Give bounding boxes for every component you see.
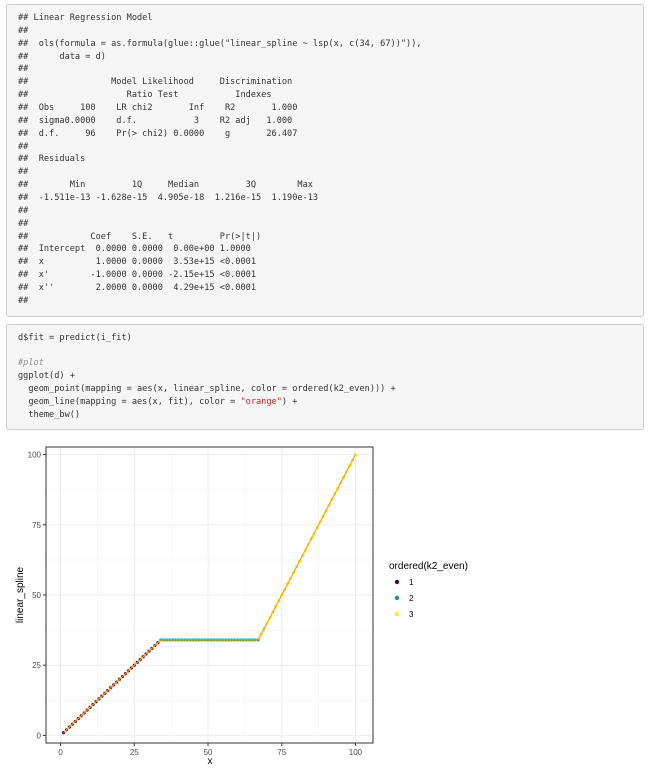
output-line: ## <box>18 141 29 152</box>
output-line: ## x 1.0000 0.0000 3.53e+15 <0.0001 <box>18 257 256 268</box>
y-tick-label: 25 <box>32 661 41 670</box>
output-line: ## <box>18 64 29 75</box>
legend-label-1: 1 <box>409 578 414 587</box>
code-text[interactable]: d$fit = predict(i_fit) #plot ggplot(d) +… <box>7 325 643 422</box>
output-line: ## <box>18 205 29 216</box>
x-tick-label: 100 <box>349 748 363 757</box>
legend-title: ordered(k2_even) <box>389 561 468 572</box>
x-tick-label: 25 <box>130 748 139 757</box>
x-axis-title: x <box>208 756 213 767</box>
code-line-ggplot: ggplot(d) + <box>18 371 75 382</box>
legend-key-3 <box>394 611 400 617</box>
legend-key-2 <box>394 595 400 601</box>
y-tick-label: 75 <box>32 521 41 530</box>
output-line: ## d.f. 96 Pr(> chi2) 0.0000 g 26.407 <box>18 128 298 139</box>
output-line: ## sigma0.0000 d.f. 3 R2 adj 1.000 <box>18 115 293 126</box>
y-tick-label: 100 <box>28 451 42 460</box>
ggplot-chart: 0 25 50 75 1000255075100 x linear_spline ord… <box>15 446 468 767</box>
y-tick-label: 0 <box>37 731 42 740</box>
plot-area: 0 25 50 75 100 0 25 50 75 100 x linear_spline ord… <box>0 432 648 774</box>
output-line: ## Residuals <box>18 154 86 165</box>
output-line: ## Linear Regression Model <box>18 13 153 23</box>
legend-key-1 <box>394 579 400 585</box>
output-line: ## <box>18 25 29 36</box>
output-line: ## <box>18 167 29 178</box>
x-tick-label: 75 <box>277 748 286 757</box>
output-line: ## Min 1Q Median 3Q Max <box>18 180 313 191</box>
output-line: ## Obs 100 LR chi2 Inf R2 1.000 <box>18 103 298 114</box>
legend: 1 2 3 <box>394 578 414 619</box>
output-line: ## data = d) <box>18 51 106 62</box>
output-line: ## ols(formula = as.formula(glue::glue("… <box>18 38 422 49</box>
y-tick-label: 50 <box>32 591 41 600</box>
code-line-geom-line: geom_line(mapping = aes(x, fit), color =… <box>18 396 298 407</box>
code-line-predict: d$fit = predict(i_fit) <box>18 332 132 343</box>
legend-label-3: 3 <box>409 610 414 619</box>
output-line: ## <box>18 218 29 229</box>
output-line: ## Intercept 0.0000 0.0000 0.00e+00 1.00… <box>18 244 251 255</box>
console-output-block: ## Linear Regression Model ## ## ols(for… <box>6 4 644 317</box>
output-line: ## <box>18 295 29 306</box>
code-line-theme-bw: theme_bw() <box>18 409 81 420</box>
output-line: ## x'' 2.0000 0.0000 4.29e+15 <0.0001 <box>18 283 256 294</box>
model-summary-output: ## Linear Regression Model ## ## ols(for… <box>7 5 643 308</box>
output-line: ## -1.511e-13 -1.628e-15 4.905e-18 1.216… <box>18 193 319 204</box>
legend-label-2: 2 <box>409 594 414 603</box>
output-line: ## Ratio Test Indexes <box>18 90 272 101</box>
x-tick-label: 0 <box>58 748 63 757</box>
output-line: ## x' -1.0000 0.0000 -2.15e+15 <0.0001 <box>18 270 256 281</box>
output-line: ## Coef S.E. t Pr(>|t|) <box>18 231 262 242</box>
output-line: ## Model Likelihood Discrimination <box>18 77 293 88</box>
y-axis-title: linear_spline <box>15 566 26 623</box>
code-line-geom-point: geom_point(mapping = aes(x, linear_splin… <box>18 383 396 394</box>
code-string-orange: "orange" <box>240 396 282 407</box>
code-comment-plot: #plot <box>18 358 44 369</box>
code-chunk[interactable]: d$fit = predict(i_fit) #plot ggplot(d) +… <box>6 324 644 430</box>
